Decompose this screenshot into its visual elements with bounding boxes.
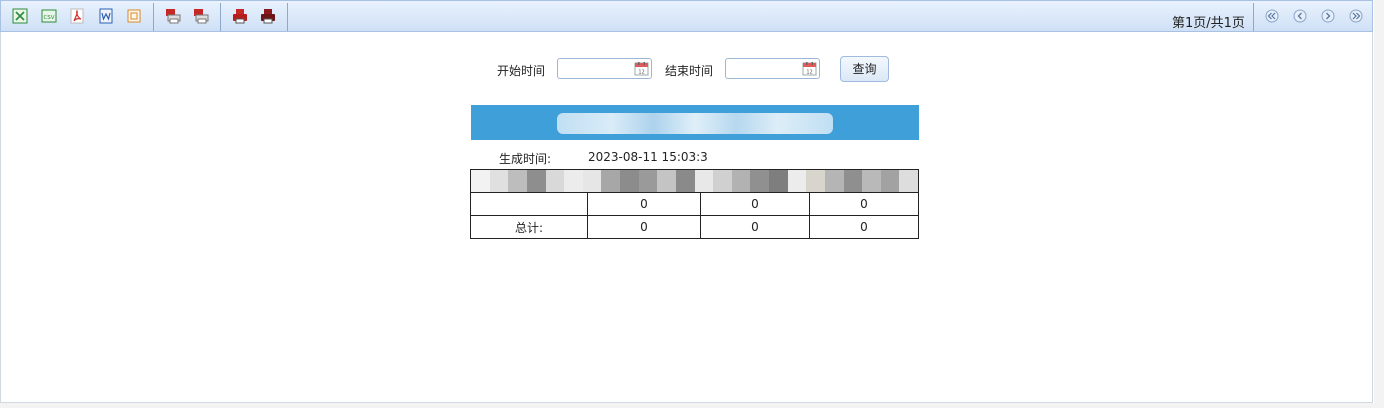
redacted-title xyxy=(557,113,833,134)
calendar-icon[interactable]: 12 xyxy=(634,61,649,76)
csv-export-icon[interactable]: CSV xyxy=(41,8,57,24)
excel-export-icon[interactable] xyxy=(12,8,28,24)
svg-text:12: 12 xyxy=(638,70,644,76)
scroll-gutter xyxy=(1374,0,1384,408)
start-time-label: 开始时间 xyxy=(497,64,546,78)
end-time-input[interactable] xyxy=(728,60,800,77)
table-cell: 0 xyxy=(587,192,701,216)
svg-text:CSV: CSV xyxy=(43,15,54,21)
next-page-icon[interactable] xyxy=(1321,9,1335,23)
table-cell: 0 xyxy=(809,192,919,216)
report-table: 0 0 0 总计: 0 0 0 xyxy=(470,169,919,239)
svg-text:12: 12 xyxy=(806,70,812,76)
total-row: 总计: 0 0 0 xyxy=(470,215,919,239)
total-label: 总计: xyxy=(470,215,588,239)
print-icon[interactable] xyxy=(232,8,248,24)
generated-time-label: 生成时间: xyxy=(499,152,552,166)
table-cell: 0 xyxy=(587,215,701,239)
query-button[interactable]: 查询 xyxy=(840,56,889,82)
start-time-field[interactable]: 12 xyxy=(557,58,652,79)
row-label xyxy=(470,192,588,216)
end-time-field[interactable]: 12 xyxy=(725,58,820,79)
table-cell: 0 xyxy=(700,192,810,216)
page-indicator: 第1页/共1页 xyxy=(1172,16,1245,31)
flash-print-icon[interactable] xyxy=(165,8,181,24)
report-title-bar xyxy=(471,105,919,140)
pdf-print-icon[interactable] xyxy=(193,8,209,24)
calendar-icon[interactable]: 12 xyxy=(802,61,817,76)
first-page-icon[interactable] xyxy=(1265,9,1279,23)
table-row: 0 0 0 xyxy=(470,192,919,216)
generated-time-value: 2023-08-11 15:03:3 xyxy=(588,150,708,164)
table-cell: 0 xyxy=(809,215,919,239)
toolbar-separator xyxy=(287,3,288,31)
toolbar-separator xyxy=(1253,3,1254,31)
report-toolbar: CSV 第1页/共1页 xyxy=(0,0,1373,32)
table-cell: 0 xyxy=(700,215,810,239)
redacted-header xyxy=(470,169,919,193)
print-pdf-icon[interactable] xyxy=(260,8,276,24)
html-export-icon[interactable] xyxy=(126,8,142,24)
toolbar-separator xyxy=(153,3,154,31)
last-page-icon[interactable] xyxy=(1349,9,1363,23)
toolbar-separator xyxy=(220,3,221,31)
table-header-row xyxy=(470,169,919,193)
pdf-export-icon[interactable] xyxy=(69,8,85,24)
word-export-icon[interactable] xyxy=(98,8,114,24)
end-time-label: 结束时间 xyxy=(665,64,714,78)
prev-page-icon[interactable] xyxy=(1293,9,1307,23)
start-time-input[interactable] xyxy=(560,60,632,77)
bottom-gutter xyxy=(0,403,1384,408)
